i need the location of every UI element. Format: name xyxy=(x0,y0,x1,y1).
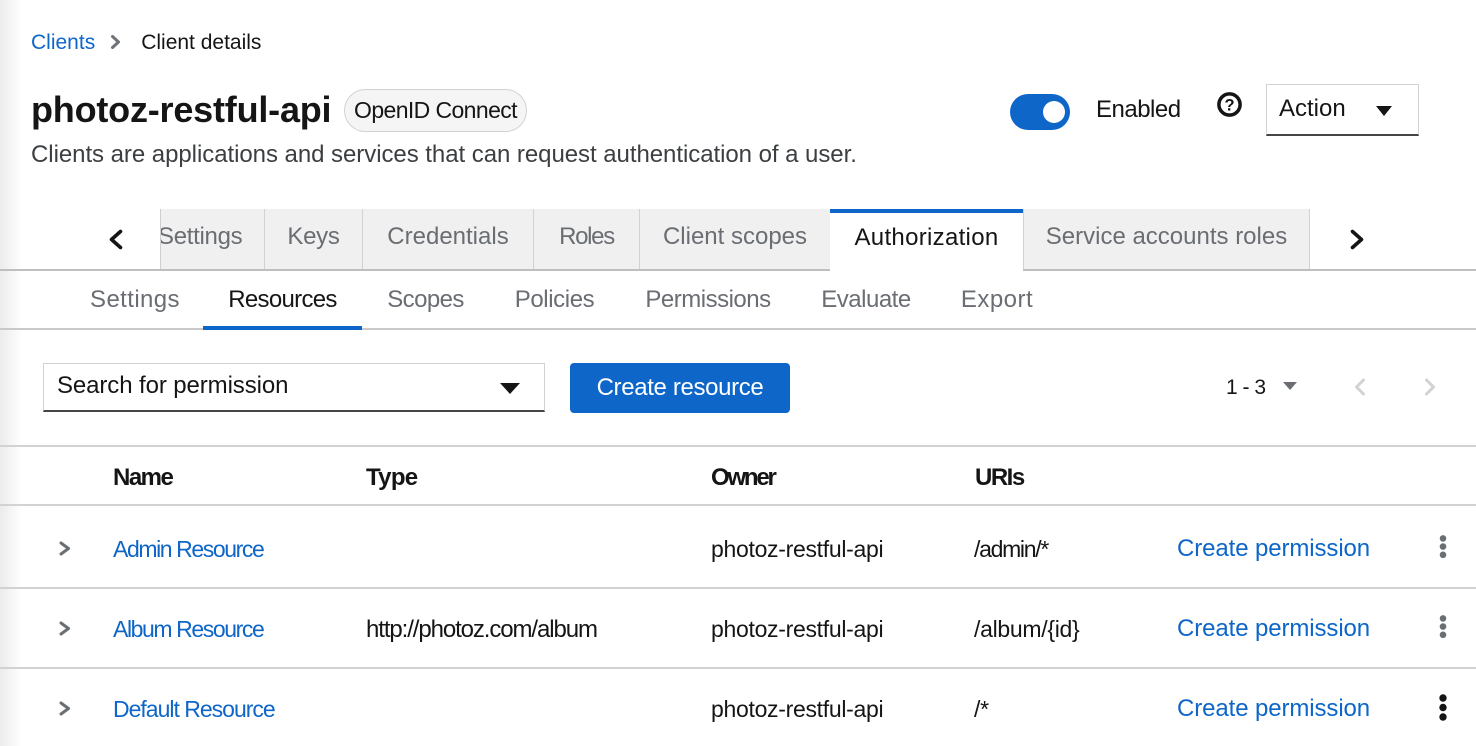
svg-text:?: ? xyxy=(1225,96,1235,114)
